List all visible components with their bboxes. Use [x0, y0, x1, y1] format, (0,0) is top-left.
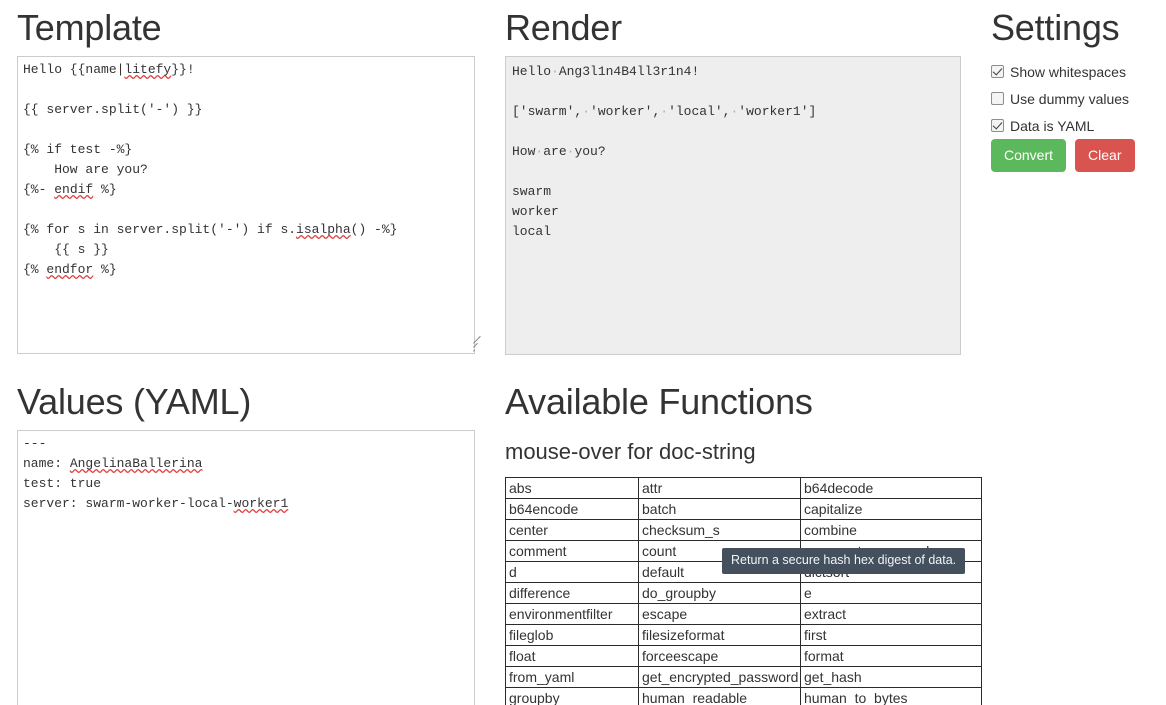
whitespace-marker: ·: [660, 104, 669, 119]
function-cell[interactable]: get_encrypted_password: [638, 666, 801, 688]
function-cell[interactable]: e: [800, 582, 982, 604]
function-cell[interactable]: fileglob: [505, 624, 639, 646]
checkbox-1[interactable]: [991, 92, 1004, 105]
values-heading: Values (YAML): [17, 381, 252, 422]
function-cell[interactable]: difference: [505, 582, 639, 604]
whitespace-marker: ·: [535, 144, 544, 159]
function-cell[interactable]: format: [800, 645, 982, 667]
function-cell[interactable]: d: [505, 561, 639, 583]
setting-row-1[interactable]: Use dummy values: [991, 85, 1166, 112]
function-cell[interactable]: batch: [638, 498, 801, 520]
function-cell[interactable]: comment: [505, 540, 639, 562]
convert-button[interactable]: Convert: [991, 139, 1067, 172]
function-cell[interactable]: forceescape: [638, 645, 801, 667]
whitespace-marker: ·: [582, 104, 591, 119]
setting-row-0[interactable]: Show whitespaces: [991, 58, 1166, 85]
function-cell[interactable]: human_readable: [638, 687, 801, 705]
render-heading: Render: [505, 7, 622, 48]
function-cell[interactable]: b64encode: [505, 498, 639, 520]
template-heading: Template: [17, 7, 162, 48]
table-row: groupby human_readable human_to_bytes: [505, 687, 982, 705]
functions-table: abs attr b64decode b64encode batch capitalize…: [505, 477, 982, 705]
table-row: abs attr b64decode: [505, 477, 982, 499]
whitespace-marker: ·: [730, 104, 739, 119]
function-cell[interactable]: do_groupby: [638, 582, 801, 604]
values-textarea[interactable]: --- name: AngelinaBallerina test: true s…: [17, 430, 475, 705]
function-cell[interactable]: checksum_s: [638, 519, 801, 541]
checkbox-0[interactable]: [991, 65, 1004, 78]
settings-heading: Settings: [991, 7, 1120, 48]
render-output: Hello·Ang3l1n4B4ll3r1n4! ['swarm',·'work…: [505, 56, 961, 355]
whitespace-marker: ·: [551, 64, 559, 79]
table-row: difference do_groupby e: [505, 582, 982, 604]
checkbox-label-2: Data is YAML: [1010, 117, 1095, 134]
function-cell[interactable]: groupby: [505, 687, 639, 705]
function-cell[interactable]: human_to_bytes: [800, 687, 982, 705]
template-textarea[interactable]: Hello {{name|litefy}}! {{ server.split('…: [17, 56, 475, 354]
table-row: b64encode batch capitalize: [505, 498, 982, 520]
function-doc-tooltip: Return a secure hash hex digest of data.: [722, 548, 966, 574]
function-cell[interactable]: filesizeformat: [638, 624, 801, 646]
functions-heading: Available Functions: [505, 381, 813, 422]
function-cell[interactable]: from_yaml: [505, 666, 639, 688]
functions-subtitle: mouse-over for doc-string: [505, 439, 756, 464]
function-cell[interactable]: extract: [800, 603, 982, 625]
checkbox-2[interactable]: [991, 119, 1004, 132]
table-row: center checksum_s combine: [505, 519, 982, 541]
checkbox-label-0: Show whitespaces: [1010, 63, 1126, 80]
function-cell[interactable]: combine: [800, 519, 982, 541]
table-row: environmentfilter escape extract: [505, 603, 982, 625]
whitespace-marker: ·: [566, 144, 575, 159]
function-cell[interactable]: abs: [505, 477, 639, 499]
settings-button-row: Convert Clear: [991, 139, 1135, 172]
function-cell[interactable]: get_hash: [800, 666, 982, 688]
settings-checkbox-list: Show whitespaces Use dummy values Data is …: [991, 58, 1166, 139]
function-cell[interactable]: float: [505, 645, 639, 667]
function-cell[interactable]: center: [505, 519, 639, 541]
setting-row-2[interactable]: Data is YAML: [991, 112, 1166, 139]
function-cell[interactable]: attr: [638, 477, 801, 499]
function-cell[interactable]: first: [800, 624, 982, 646]
function-cell[interactable]: b64decode: [800, 477, 982, 499]
function-cell[interactable]: escape: [638, 603, 801, 625]
checkbox-label-1: Use dummy values: [1010, 90, 1130, 107]
function-cell[interactable]: environmentfilter: [505, 603, 639, 625]
table-row: from_yaml get_encrypted_password get_hash: [505, 666, 982, 688]
table-row: fileglob filesizeformat first: [505, 624, 982, 646]
clear-button[interactable]: Clear: [1075, 139, 1135, 172]
page-root: Template Hello {{name|litefy}}! {{ serve…: [0, 0, 1166, 705]
function-cell[interactable]: capitalize: [800, 498, 982, 520]
table-row: float forceescape format: [505, 645, 982, 667]
